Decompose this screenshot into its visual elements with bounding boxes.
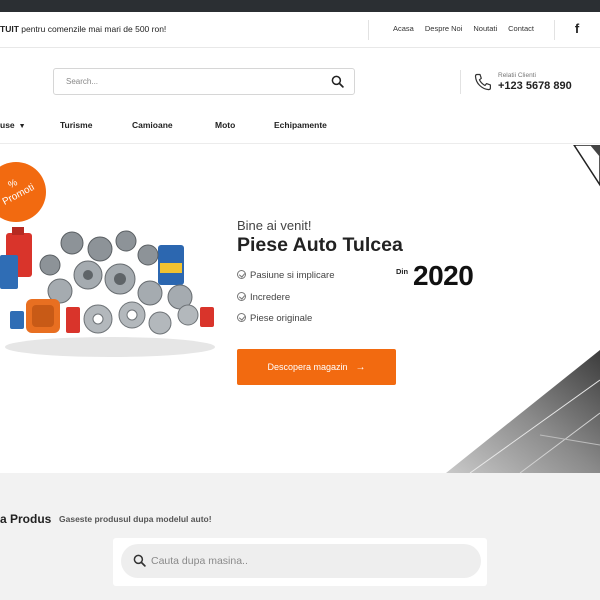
phone-label: Relatii Clienti xyxy=(498,72,536,79)
hero-title: Piese Auto Tulcea xyxy=(237,234,403,256)
phone-number[interactable]: +123 5678 890 xyxy=(498,80,572,92)
cta-label: Descopera magazin xyxy=(267,362,348,372)
car-search-input[interactable] xyxy=(151,544,471,578)
top-links: Acasa Despre Noi Noutati Contact xyxy=(382,24,534,33)
main-nav: use ▼ Turisme Camioane Moto Echipamente xyxy=(0,114,600,144)
top-link-despre-noi[interactable]: Despre Noi xyxy=(425,24,463,33)
section-title: a Produs xyxy=(0,512,52,526)
promo-badge-text: % Promoti xyxy=(0,177,37,208)
car-search-box xyxy=(121,544,481,578)
divider xyxy=(460,70,461,94)
top-link-noutati[interactable]: Noutati xyxy=(473,24,497,33)
nav-item-turisme[interactable]: Turisme xyxy=(60,120,92,130)
facebook-icon[interactable]: f xyxy=(571,21,583,37)
divider xyxy=(368,20,369,40)
feature-label: Piese originale xyxy=(250,313,313,324)
top-link-acasa[interactable]: Acasa xyxy=(393,24,414,33)
auto-parts-image xyxy=(0,227,215,357)
feature-label: Incredere xyxy=(250,292,291,303)
promo-rest-text: pentru comenzile mai mari de 500 ron! xyxy=(18,24,167,34)
search-icon[interactable] xyxy=(331,75,344,88)
divider xyxy=(554,20,555,40)
search-icon xyxy=(133,554,146,567)
section-subtitle: Gaseste produsul dupa modelul auto! xyxy=(59,514,212,524)
feature-item: Pasiune si implicare xyxy=(237,270,334,281)
nav-item-moto[interactable]: Moto xyxy=(215,120,235,130)
top-dark-bar xyxy=(0,0,600,12)
nav-item-camioane[interactable]: Camioane xyxy=(132,120,173,130)
search-box xyxy=(53,68,355,95)
car-search-card xyxy=(113,538,487,586)
feature-item: Incredere xyxy=(237,292,290,303)
top-link-contact[interactable]: Contact xyxy=(508,24,534,33)
feature-label: Pasiune si implicare xyxy=(250,270,335,281)
arrow-right-icon: → xyxy=(355,361,366,373)
search-input[interactable] xyxy=(54,69,324,94)
nav-item-category[interactable]: use ▼ xyxy=(0,120,26,130)
header-search-row: Relatii Clienti +123 5678 890 xyxy=(0,48,600,114)
check-circle-icon xyxy=(237,292,246,301)
since-label: Din xyxy=(396,267,409,276)
check-circle-icon xyxy=(237,270,246,279)
nav-item-echipamente[interactable]: Echipamente xyxy=(274,120,327,130)
hero-subtitle: Bine ai venit! xyxy=(237,218,312,233)
promo-bold-text: TUIT xyxy=(0,24,19,34)
chevron-down-icon: ▼ xyxy=(18,123,26,130)
hero-banner: % Promoti Bine ai venit! Piese Auto Tulc… xyxy=(0,145,600,473)
feature-item: Piese originale xyxy=(237,313,312,324)
product-search-section: a Produs Gaseste produsul dupa modelul a… xyxy=(0,473,600,600)
info-bar: TUIT pentru comenzile mai mari de 500 ro… xyxy=(0,12,600,48)
free-shipping-notice: TUIT pentru comenzile mai mari de 500 ro… xyxy=(0,24,166,34)
phone-icon xyxy=(474,73,491,91)
since-year: 2020 xyxy=(413,260,474,291)
check-circle-icon xyxy=(237,313,246,322)
nav-item-label: use xyxy=(0,120,15,130)
discover-shop-button[interactable]: Descopera magazin → xyxy=(237,349,396,385)
